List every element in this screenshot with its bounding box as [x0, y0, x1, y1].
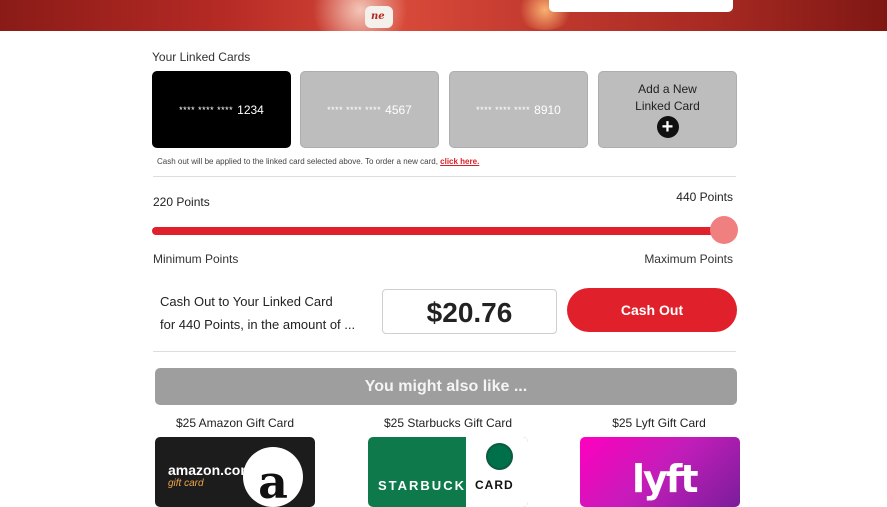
gift-card-title-lyft: $25 Lyft Gift Card: [612, 416, 706, 430]
starbucks-card-text: CARD: [475, 478, 514, 492]
linked-card-1234[interactable]: **** **** **** 1234: [152, 71, 291, 148]
divider: [153, 351, 736, 352]
divider: [153, 176, 736, 177]
hero-banner: ne: [0, 0, 887, 31]
starbucks-brand-text: STARBUCKS: [378, 478, 477, 493]
add-card-label-line2: Linked Card: [635, 99, 700, 113]
hero-badge-text: ne: [371, 11, 385, 22]
cashout-line1: Cash Out to Your Linked Card: [160, 294, 333, 309]
cashout-description: Cash Out to Your Linked Card for 440 Poi…: [160, 290, 380, 336]
hero-search-box[interactable]: [549, 0, 733, 12]
gift-card-title-amazon: $25 Amazon Gift Card: [175, 416, 295, 430]
card-mask: **** **** ****: [327, 104, 382, 115]
cashout-amount: $20.76: [382, 289, 557, 334]
max-points-label: Maximum Points: [644, 252, 733, 266]
card-last4: 8910: [534, 102, 561, 117]
amazon-a-icon: a: [243, 447, 303, 507]
hero-highlight: [300, 0, 420, 31]
cash-out-button[interactable]: Cash Out: [567, 288, 737, 332]
order-card-link[interactable]: click here.: [440, 157, 479, 166]
card-mask: **** **** ****: [476, 104, 531, 115]
cashout-line2: for 440 Points, in the amount of ...: [160, 317, 356, 332]
cashout-note: Cash out will be applied to the linked c…: [157, 157, 479, 166]
points-slider-thumb[interactable]: [710, 216, 739, 244]
gift-card-starbucks[interactable]: STARBUCKS CARD: [368, 437, 528, 507]
starbucks-card-panel: CARD: [466, 437, 528, 507]
amazon-logo: amazon.com gift card: [168, 462, 253, 490]
linked-card-8910[interactable]: **** **** **** 8910: [449, 71, 588, 148]
card-last4: 4567: [385, 102, 412, 117]
points-slider-track[interactable]: [152, 227, 734, 235]
amazon-brand-sub: gift card: [168, 478, 204, 489]
current-points: 220 Points: [153, 195, 210, 209]
gift-card-title-starbucks: $25 Starbucks Gift Card: [383, 416, 513, 430]
max-points-value: 440 Points: [676, 190, 733, 204]
lyft-logo: lyft: [632, 457, 698, 501]
cashout-note-text: Cash out will be applied to the linked c…: [157, 157, 438, 166]
min-points-label: Minimum Points: [153, 252, 239, 266]
card-last4: 1234: [237, 102, 264, 117]
hero-can: ne: [365, 6, 393, 28]
suggestions-header: You might also like ...: [155, 368, 737, 405]
gift-card-lyft[interactable]: lyft: [580, 437, 740, 507]
linked-cards-title: Your Linked Cards: [152, 50, 251, 64]
amazon-brand-text: amazon.com: [168, 462, 253, 478]
linked-card-4567[interactable]: **** **** **** 4567: [300, 71, 439, 148]
gift-card-amazon[interactable]: amazon.com gift card a: [155, 437, 315, 507]
card-mask: **** **** ****: [179, 104, 234, 115]
starbucks-siren-icon: [486, 443, 513, 470]
plus-icon: +: [656, 116, 679, 138]
add-linked-card-button[interactable]: Add a New Linked Card +: [598, 71, 737, 148]
add-card-label-line1: Add a New: [638, 82, 697, 96]
